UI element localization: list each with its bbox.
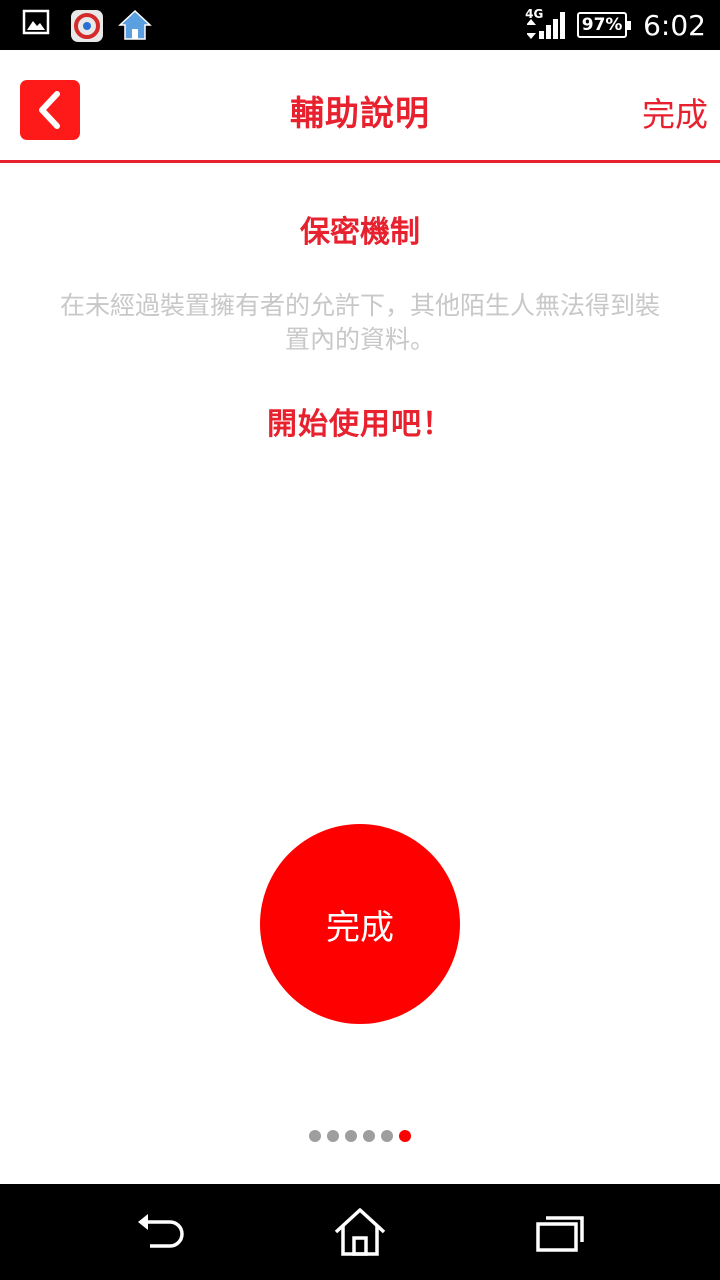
system-status: 4G 97% 6:02: [525, 0, 706, 50]
battery-level: 97%: [581, 15, 623, 35]
done-button-label: 完成: [326, 907, 394, 948]
section-description: 在未經過裝置擁有者的允許下，其他陌生人無法得到裝置內的資料。: [59, 291, 660, 354]
gallery-icon: [22, 9, 54, 41]
page-dot-2[interactable]: [327, 1130, 339, 1142]
page-dot-3[interactable]: [345, 1130, 357, 1142]
battery-indicator: 97%: [577, 12, 632, 38]
page-dot-6[interactable]: [399, 1130, 411, 1142]
app-notification-icon: [70, 9, 103, 42]
done-button[interactable]: 完成: [260, 824, 460, 1024]
signal-icon: 4G: [525, 7, 567, 41]
navigation-bar: [0, 1184, 720, 1280]
header-done-button[interactable]: 完成: [642, 88, 708, 136]
back-nav-button[interactable]: [132, 1206, 188, 1258]
back-nav-icon: [138, 1214, 184, 1248]
home-nav-button[interactable]: [332, 1206, 388, 1258]
recents-nav-button[interactable]: [532, 1206, 588, 1258]
home-nav-icon: [334, 1208, 386, 1256]
home-app-icon: [118, 9, 152, 41]
page-dot-1[interactable]: [309, 1130, 321, 1142]
recents-nav-icon: [536, 1216, 584, 1252]
page-title: 輔助說明: [290, 94, 430, 134]
clock: 6:02: [643, 8, 706, 42]
app-header: 輔助說明 完成: [0, 50, 720, 163]
notification-icons: [22, 9, 152, 42]
page-indicator: [0, 1130, 720, 1142]
page-dot-5[interactable]: [381, 1130, 393, 1142]
section-title: 保密機制: [300, 215, 420, 250]
page-dot-4[interactable]: [363, 1130, 375, 1142]
status-bar: 4G 97% 6:02: [0, 0, 720, 50]
cta-text: 開始使用吧！: [267, 407, 453, 442]
